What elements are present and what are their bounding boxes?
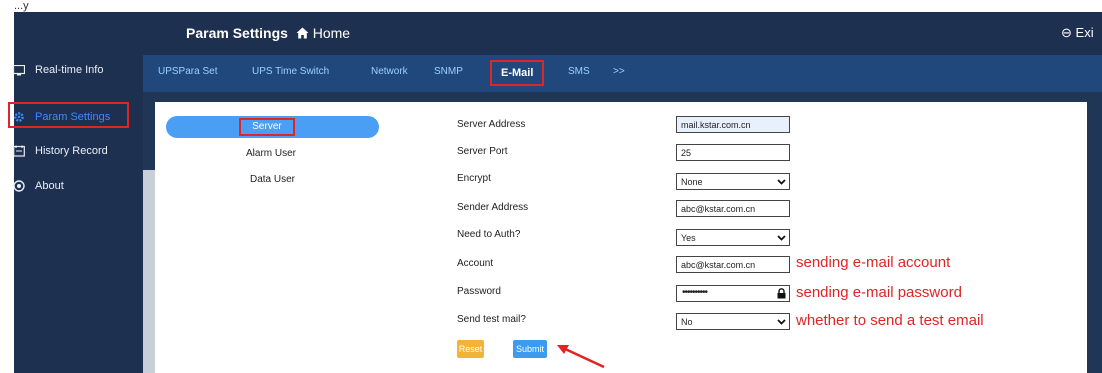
home-link[interactable]: Home xyxy=(292,25,350,41)
tab-sms[interactable]: SMS xyxy=(568,66,590,77)
encrypt-label: Encrypt xyxy=(457,173,491,184)
account-input[interactable] xyxy=(676,256,790,273)
encrypt-select-value: None xyxy=(681,176,703,187)
server-port-label: Server Port xyxy=(457,146,508,157)
home-label: Home xyxy=(312,25,351,41)
chevron-down-icon xyxy=(777,319,786,325)
param-settings-highlight-box xyxy=(8,102,129,128)
exit-label: Exi xyxy=(1075,25,1094,40)
home-icon xyxy=(296,27,309,39)
account-label: Account xyxy=(457,258,494,269)
encrypt-select[interactable]: None xyxy=(676,173,790,190)
submenu-data-user[interactable]: Data User xyxy=(250,174,295,185)
tab-ups-time-switch[interactable]: UPS Time Switch xyxy=(252,66,329,77)
tab-upspara-set[interactable]: UPSPara Set xyxy=(158,66,217,77)
sidebar-item-label: Real-time Info xyxy=(35,64,104,76)
need-auth-label: Need to Auth? xyxy=(457,229,521,240)
sidebar-item-label: History Record xyxy=(35,145,108,157)
tab-e-mail[interactable]: E-Mail xyxy=(490,60,545,86)
monitor-icon xyxy=(12,63,26,77)
sidebar-item-about[interactable]: About xyxy=(0,174,129,198)
page-title-text: Param Settings xyxy=(186,25,288,41)
top-fragment-text: ...y xyxy=(14,0,29,12)
submenu-server-label: Server xyxy=(239,118,295,136)
tab-bar: UPSPara Set UPS Time Switch Network SNMP… xyxy=(143,55,1102,92)
history-icon xyxy=(12,144,26,158)
submit-button[interactable]: Submit xyxy=(513,340,547,358)
lock-icon xyxy=(777,288,786,299)
sender-address-label: Sender Address xyxy=(457,202,529,213)
arrow-annotation-icon xyxy=(557,345,605,369)
send-test-select-value: No xyxy=(681,316,693,327)
password-label: Password xyxy=(457,286,501,297)
exit-icon: ⊖ xyxy=(1061,25,1072,40)
sidebar-item-real-time-info[interactable]: Real-time Info xyxy=(0,58,129,82)
exit-button[interactable]: ⊖ Exi xyxy=(1061,25,1094,41)
server-address-label: Server Address xyxy=(457,119,526,130)
chevron-down-icon xyxy=(777,235,786,241)
server-port-input[interactable] xyxy=(676,144,790,161)
send-test-label: Send test mail? xyxy=(457,314,526,325)
chevron-down-icon xyxy=(777,179,786,185)
send-test-select[interactable]: No xyxy=(676,313,790,330)
password-annotation: sending e-mail password xyxy=(796,284,962,301)
password-masked-value: •••••••••• xyxy=(682,287,708,298)
account-annotation: sending e-mail account xyxy=(796,254,951,271)
tab-snmp[interactable]: SNMP xyxy=(434,66,463,77)
tab-more[interactable]: >> xyxy=(613,66,625,77)
panel-shadow xyxy=(143,170,155,373)
need-auth-select[interactable]: Yes xyxy=(676,229,790,246)
server-address-input[interactable] xyxy=(676,116,790,133)
need-auth-select-value: Yes xyxy=(681,232,696,243)
sidebar-item-history-record[interactable]: History Record xyxy=(0,139,129,163)
reset-button[interactable]: Reset xyxy=(457,340,484,358)
page-header: Param Settings Home ⊖ Exi xyxy=(143,12,1102,55)
info-icon xyxy=(12,179,26,193)
tab-network[interactable]: Network xyxy=(371,66,408,77)
email-settings-panel xyxy=(155,102,1087,373)
sender-address-input[interactable] xyxy=(676,200,790,217)
submenu-alarm-user[interactable]: Alarm User xyxy=(246,148,296,159)
page-title: Param Settings Home xyxy=(186,25,350,41)
password-input[interactable]: •••••••••• xyxy=(676,285,790,302)
send-test-annotation: whether to send a test email xyxy=(796,312,984,329)
sidebar-item-label: About xyxy=(35,180,64,192)
